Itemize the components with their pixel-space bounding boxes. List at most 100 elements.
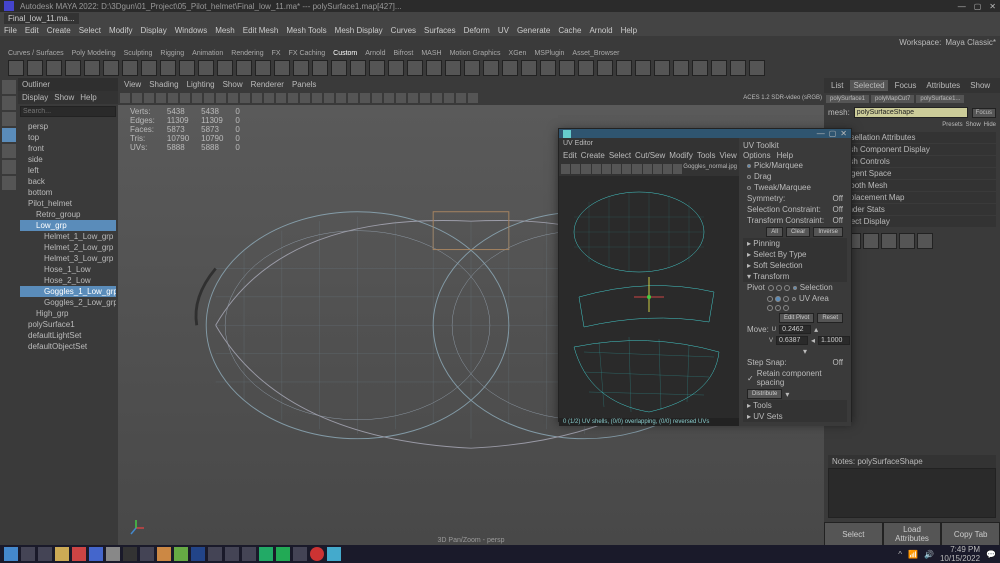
uv-menu-edit[interactable]: Edit	[563, 151, 577, 160]
uv-minimize-button[interactable]: —	[817, 129, 825, 138]
menu-create[interactable]: Create	[47, 26, 71, 35]
softselection-header[interactable]: ▸ Soft Selection	[743, 260, 847, 271]
distribute-menu-icon[interactable]: ▾	[785, 390, 789, 399]
radio-tweak[interactable]	[747, 186, 751, 190]
vp-toolbar-icon-11[interactable]	[252, 93, 262, 103]
uv-toolbar-icon-2[interactable]	[581, 164, 590, 174]
outliner-item[interactable]: left	[20, 165, 116, 176]
menu-file[interactable]: File	[4, 26, 17, 35]
vp-toolbar-icon-1[interactable]	[132, 93, 142, 103]
ae-section-header[interactable]: ▸ Mesh Component Display	[828, 144, 996, 155]
shelf-icon-11[interactable]	[217, 60, 233, 76]
shelf-icon-7[interactable]	[141, 60, 157, 76]
vp-toolbar-icon-17[interactable]	[324, 93, 334, 103]
vp-menu-show[interactable]: Show	[223, 80, 243, 89]
scale-tool-icon[interactable]	[2, 144, 16, 158]
menu-edit[interactable]: Edit	[25, 26, 39, 35]
shelf-icon-16[interactable]	[312, 60, 328, 76]
vp-toolbar-icon-15[interactable]	[300, 93, 310, 103]
outliner-item[interactable]: Pilot_helmet	[20, 198, 116, 209]
ae-section-header[interactable]: ▸ Render Stats	[828, 204, 996, 215]
vp-toolbar-icon-5[interactable]	[180, 93, 190, 103]
app-icon-3[interactable]	[106, 547, 120, 561]
outliner-item[interactable]: polySurface1	[20, 319, 116, 330]
uvsets-header[interactable]: ▸ UV Sets	[743, 411, 847, 422]
move-step-field[interactable]	[818, 336, 850, 345]
shelf-tab-rigging[interactable]: Rigging	[160, 50, 184, 57]
shelf-tab-xgen[interactable]: XGen	[509, 50, 527, 57]
outliner-search[interactable]	[20, 106, 116, 117]
shelf-icon-2[interactable]	[46, 60, 62, 76]
outliner-item[interactable]: Helmet_3_Low_grp	[20, 253, 116, 264]
shelf-icon-3[interactable]	[65, 60, 81, 76]
vp-toolbar-icon-28[interactable]	[456, 93, 466, 103]
notes-textarea[interactable]	[828, 468, 996, 518]
vp-menu-renderer[interactable]: Renderer	[251, 80, 284, 89]
shelf-icon-22[interactable]	[426, 60, 442, 76]
vp-toolbar-icon-22[interactable]	[384, 93, 394, 103]
shelf-icon-4[interactable]	[84, 60, 100, 76]
shelf-icon-5[interactable]	[103, 60, 119, 76]
uv-toolbar-icon-8[interactable]	[643, 164, 652, 174]
hide-button[interactable]: Hide	[984, 122, 996, 128]
shelf-icon-32[interactable]	[616, 60, 632, 76]
uv-toolbar-icon-10[interactable]	[663, 164, 672, 174]
menu-windows[interactable]: Windows	[175, 26, 207, 35]
uv-canvas[interactable]	[559, 176, 739, 418]
shelf-icon-20[interactable]	[388, 60, 404, 76]
rotate-tool-icon[interactable]	[2, 128, 16, 142]
misc2-tool-icon[interactable]	[2, 176, 16, 190]
shelf-tab-assetbrowser[interactable]: Asset_Browser	[572, 50, 619, 57]
pivot-grid[interactable]	[768, 285, 790, 291]
shelf-icon-27[interactable]	[521, 60, 537, 76]
uv-toolbar-icon-4[interactable]	[602, 164, 611, 174]
ae-icon-2[interactable]	[863, 233, 879, 249]
ae-section-header[interactable]: ▸ Smooth Mesh	[828, 180, 996, 191]
clock-date[interactable]: 10/15/2022	[940, 554, 980, 563]
app-icon-5[interactable]	[140, 547, 154, 561]
tools-header[interactable]: ▸ Tools	[743, 400, 847, 411]
shelf-tab-bifrost[interactable]: Bifrost	[394, 50, 414, 57]
photoshop-icon[interactable]	[191, 547, 205, 561]
menu-arnold[interactable]: Arnold	[589, 26, 612, 35]
vp-toolbar-icon-6[interactable]	[192, 93, 202, 103]
ae-node-tab[interactable]: polySurface1...	[916, 95, 964, 103]
vp-toolbar-icon-18[interactable]	[336, 93, 346, 103]
vp-toolbar-icon-4[interactable]	[168, 93, 178, 103]
shelf-tab-rendering[interactable]: Rendering	[231, 50, 263, 57]
minimize-button[interactable]: —	[958, 2, 966, 11]
editpivot-button[interactable]: Edit Pivot	[779, 313, 814, 323]
menu-help[interactable]: Help	[621, 26, 637, 35]
outliner-item[interactable]: Low_grp	[20, 220, 116, 231]
all-button[interactable]: All	[766, 227, 783, 237]
shelf-tab-msplugin[interactable]: MSPlugin	[534, 50, 564, 57]
vp-toolbar-icon-12[interactable]	[264, 93, 274, 103]
vp-menu-shading[interactable]: Shading	[149, 80, 178, 89]
vp-toolbar-icon-14[interactable]	[288, 93, 298, 103]
start-button[interactable]	[4, 547, 18, 561]
move-left-icon[interactable]: ◂	[811, 336, 815, 345]
menu-modify[interactable]: Modify	[109, 26, 133, 35]
shelf-icon-0[interactable]	[8, 60, 24, 76]
app-icon-10[interactable]	[276, 547, 290, 561]
uv-toolbar-icon-0[interactable]	[561, 164, 570, 174]
uv-toolbar-icon-1[interactable]	[571, 164, 580, 174]
menu-display[interactable]: Display	[141, 26, 167, 35]
clear-button[interactable]: Clear	[786, 227, 810, 237]
ae-icon-4[interactable]	[899, 233, 915, 249]
app-icon-4[interactable]	[123, 547, 137, 561]
outliner-menu-help[interactable]: Help	[80, 93, 96, 102]
shelf-tab-arnold[interactable]: Arnold	[365, 50, 385, 57]
uvtk-menu-help[interactable]: Help	[777, 151, 793, 160]
ae-section-header[interactable]: ▸ Mesh Controls	[828, 156, 996, 167]
shelf-icon-30[interactable]	[578, 60, 594, 76]
move-u-field[interactable]	[779, 325, 811, 334]
vp-toolbar-icon-24[interactable]	[408, 93, 418, 103]
record-icon[interactable]	[310, 547, 324, 561]
outliner-menu-show[interactable]: Show	[54, 93, 74, 102]
vp-toolbar-icon-0[interactable]	[120, 93, 130, 103]
maximize-button[interactable]: ▢	[974, 2, 982, 11]
app-icon-11[interactable]	[293, 547, 307, 561]
app-icon-2[interactable]	[89, 547, 103, 561]
uv-menu-tools[interactable]: Tools	[697, 151, 716, 160]
